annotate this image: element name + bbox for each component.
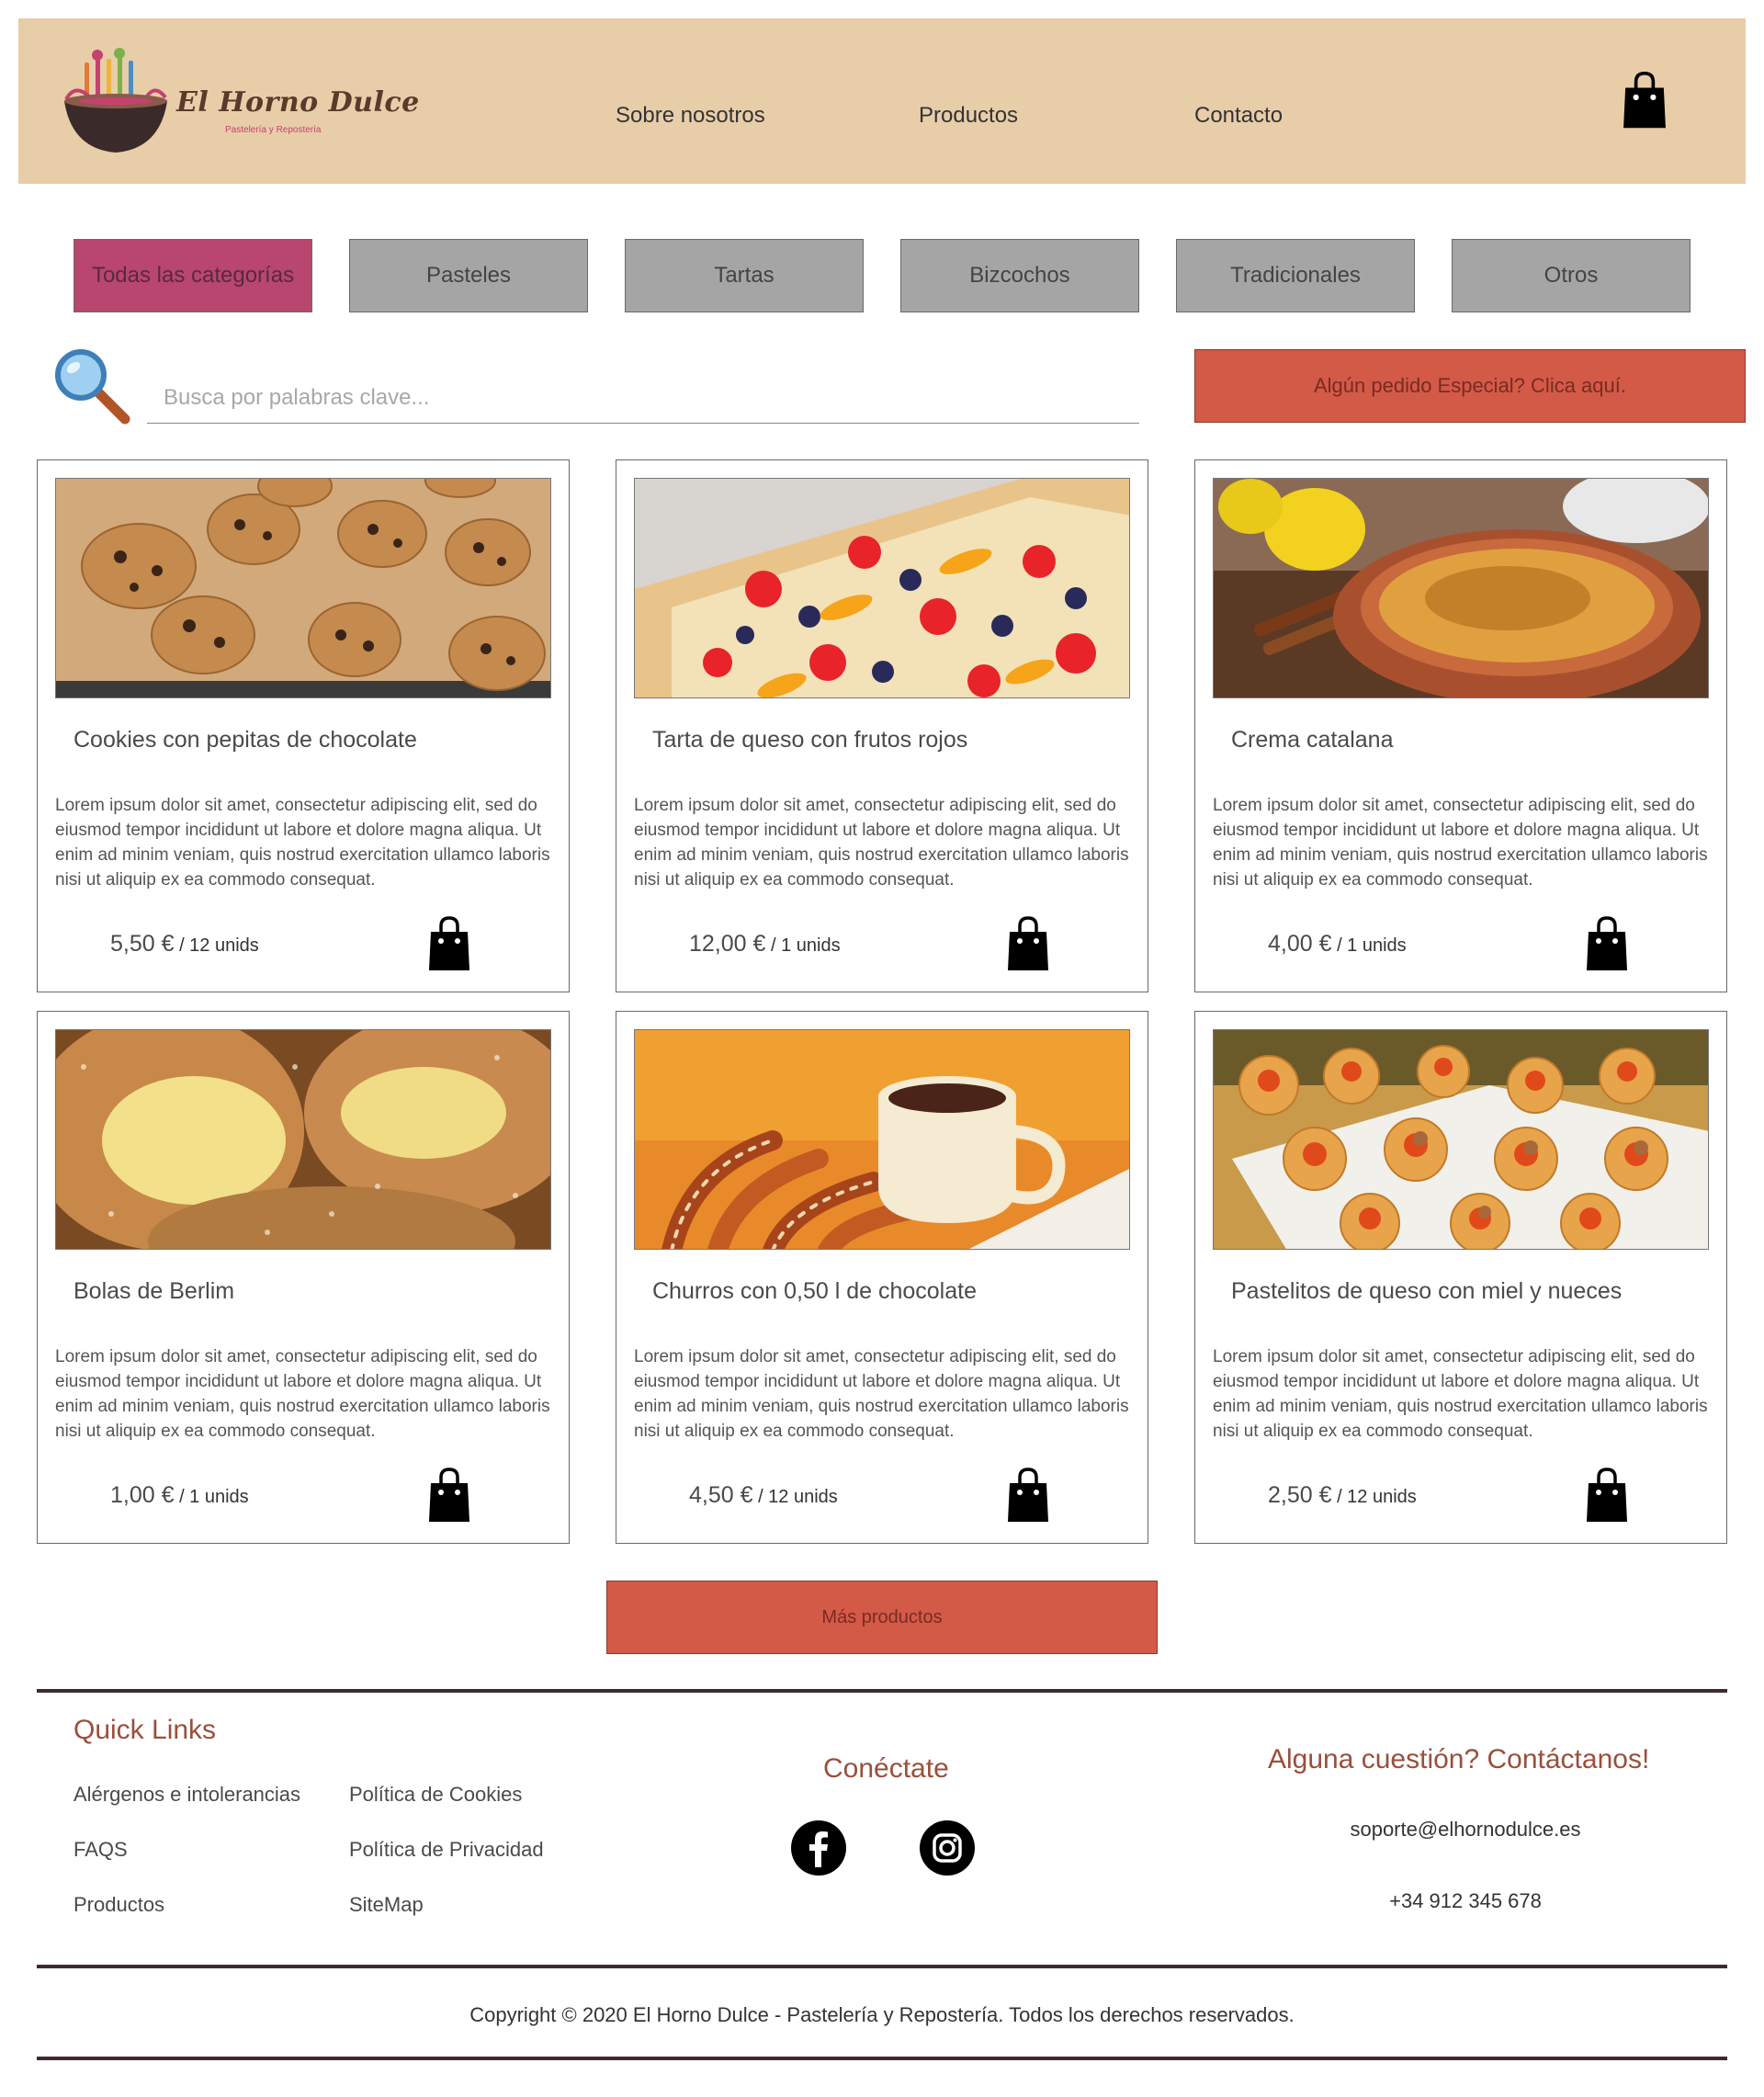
link-faqs[interactable]: FAQS	[74, 1838, 128, 1862]
shopping-bag-icon	[1008, 916, 1048, 970]
price-value: 1,00 €	[110, 1482, 175, 1508]
berliner-photo[interactable]	[55, 1029, 551, 1250]
product-title[interactable]: Pastelitos de queso con miel y nueces	[1231, 1278, 1622, 1305]
brand-name: El Horno Dulce	[176, 86, 420, 119]
price-value: 4,00 €	[1268, 931, 1332, 957]
cart-button[interactable]	[1622, 70, 1668, 130]
category-tab-tartas[interactable]: Tartas	[625, 239, 864, 312]
link-allergens[interactable]: Alérgenos e intolerancias	[74, 1783, 300, 1807]
shopping-bag-icon	[1587, 916, 1627, 970]
connect-heading: Conéctate	[823, 1753, 949, 1784]
support-email[interactable]: soporte@elhornodulce.es	[1268, 1818, 1663, 1842]
price-value: 2,50 €	[1268, 1482, 1332, 1508]
more-products-button[interactable]: Más productos	[606, 1581, 1158, 1654]
link-sitemap[interactable]: SiteMap	[349, 1893, 424, 1917]
link-privacy-policy[interactable]: Política de Privacidad	[349, 1838, 544, 1862]
price-value: 4,50 €	[689, 1482, 753, 1508]
product-title[interactable]: Crema catalana	[1231, 727, 1393, 754]
price-unit: / 12 unids	[174, 935, 259, 956]
link-cookies-policy[interactable]: Política de Cookies	[349, 1783, 522, 1807]
product-description: Lorem ipsum dolor sit amet, consectetur …	[55, 796, 550, 890]
search-input[interactable]	[147, 372, 1139, 424]
site-header: El Horno Dulce Pastelería y Repostería S…	[18, 18, 1746, 184]
nav-contact-link[interactable]: Contacto	[1194, 101, 1283, 130]
footer-divider	[37, 2057, 1727, 2060]
category-tab-all[interactable]: Todas las categorías	[74, 239, 312, 312]
product-title[interactable]: Tarta de queso con frutos rojos	[652, 727, 967, 754]
price-value: 12,00 €	[689, 931, 766, 957]
product-price: 1,00 € / 1 unids	[110, 1482, 249, 1509]
special-order-button[interactable]: Algún pedido Especial? Clica aquí.	[1194, 349, 1746, 423]
link-products[interactable]: Productos	[74, 1893, 164, 1917]
price-unit: / 1 unids	[1331, 935, 1407, 956]
product-card: Crema catalana Lorem ipsum dolor sit ame…	[1194, 459, 1727, 992]
shopping-bag-icon	[1623, 72, 1666, 129]
crema-catalana-photo[interactable]	[1213, 478, 1709, 698]
add-to-cart-button[interactable]	[1006, 1467, 1050, 1524]
instagram-icon[interactable]	[919, 1819, 976, 1876]
product-title[interactable]: Bolas de Berlim	[74, 1278, 234, 1305]
add-to-cart-button[interactable]	[1585, 1467, 1629, 1524]
contact-heading: Alguna cuestión? Contáctanos!	[1268, 1744, 1650, 1774]
product-description: Lorem ipsum dolor sit amet, consectetur …	[1213, 796, 1708, 890]
add-to-cart-button[interactable]	[427, 1467, 471, 1524]
category-tab-tradicionales[interactable]: Tradicionales	[1176, 239, 1415, 312]
add-to-cart-button[interactable]	[427, 915, 471, 972]
product-price: 4,50 € / 12 unids	[689, 1482, 838, 1509]
cookies-photo[interactable]	[55, 478, 551, 698]
product-price: 4,00 € / 1 unids	[1268, 931, 1407, 958]
nav-about-link[interactable]: Sobre nosotros	[616, 101, 765, 130]
copyright-text: Copyright © 2020 El Horno Dulce - Pastel…	[469, 2003, 1295, 2026]
mixing-bowl-logo-icon	[64, 48, 167, 153]
product-description: Lorem ipsum dolor sit amet, consectetur …	[1213, 1347, 1708, 1441]
fruit-tart-photo[interactable]	[634, 478, 1130, 698]
product-title[interactable]: Churros con 0,50 l de chocolate	[652, 1278, 977, 1305]
price-unit: / 12 unids	[1331, 1487, 1417, 1507]
product-card: Bolas de Berlim Lorem ipsum dolor sit am…	[37, 1011, 570, 1544]
shopping-bag-icon	[429, 916, 469, 970]
category-tab-pasteles[interactable]: Pasteles	[349, 239, 588, 312]
product-price: 2,50 € / 12 unids	[1268, 1482, 1417, 1509]
churros-photo[interactable]	[634, 1029, 1130, 1250]
product-description: Lorem ipsum dolor sit amet, consectetur …	[55, 1347, 550, 1441]
footer-divider	[37, 1965, 1727, 1968]
shopping-bag-icon	[429, 1468, 469, 1522]
shopping-bag-icon	[1008, 1468, 1048, 1522]
product-price: 5,50 € / 12 unids	[110, 931, 259, 958]
product-card: Cookies con pepitas de chocolate Lorem i…	[37, 459, 570, 992]
brand-logo[interactable]: El Horno Dulce Pastelería y Repostería	[57, 46, 419, 165]
add-to-cart-button[interactable]	[1585, 915, 1629, 972]
product-price: 12,00 € / 1 unids	[689, 931, 841, 958]
price-unit: / 1 unids	[174, 1487, 249, 1507]
footer-divider	[37, 1689, 1727, 1693]
product-title[interactable]: Cookies con pepitas de chocolate	[74, 727, 417, 754]
category-tab-bizcochos[interactable]: Bizcochos	[900, 239, 1139, 312]
add-to-cart-button[interactable]	[1006, 915, 1050, 972]
quick-links-heading: Quick Links	[74, 1715, 217, 1745]
product-card: Tarta de queso con frutos rojos Lorem ip…	[616, 459, 1148, 992]
facebook-icon[interactable]	[790, 1819, 847, 1876]
search-icon[interactable]	[53, 347, 130, 425]
product-description: Lorem ipsum dolor sit amet, consectetur …	[634, 1347, 1129, 1441]
brand-tagline: Pastelería y Repostería	[225, 125, 322, 135]
category-tab-otros[interactable]: Otros	[1452, 239, 1690, 312]
price-value: 5,50 €	[110, 931, 175, 957]
price-unit: / 12 unids	[752, 1487, 838, 1507]
support-phone[interactable]: +34 912 345 678	[1268, 1889, 1663, 1913]
shopping-bag-icon	[1587, 1468, 1627, 1522]
nav-products-link[interactable]: Productos	[919, 101, 1018, 130]
product-description: Lorem ipsum dolor sit amet, consectetur …	[634, 796, 1129, 890]
price-unit: / 1 unids	[765, 935, 841, 956]
product-card: Churros con 0,50 l de chocolate Lorem ip…	[616, 1011, 1148, 1544]
product-card: Pastelitos de queso con miel y nueces Lo…	[1194, 1011, 1727, 1544]
pastries-photo[interactable]	[1213, 1029, 1709, 1250]
